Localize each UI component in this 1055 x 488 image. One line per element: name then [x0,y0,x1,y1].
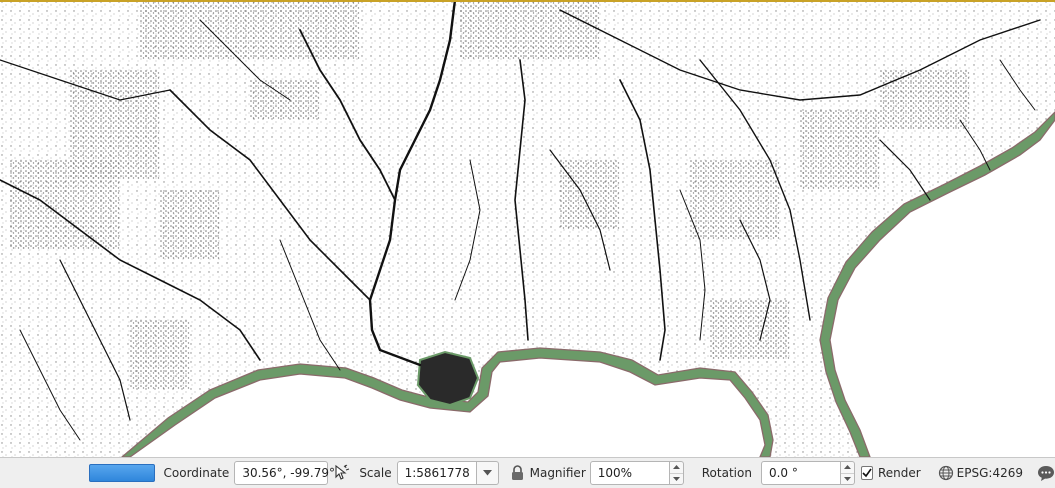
rotation-spinbox[interactable]: 0.0 ° [760,461,855,485]
render-checkbox[interactable] [860,466,873,480]
mouse-pointer-icon[interactable] [333,463,351,483]
map-rendering [0,0,1055,457]
scale-field[interactable]: 1:5861778 [396,461,477,485]
mississippi-delta [416,350,480,407]
crs-label: EPSG:4269 [956,466,1023,480]
map-canvas[interactable] [0,0,1055,457]
magnifier-spinbox[interactable]: 100% [589,461,684,485]
rotation-field[interactable]: 0.0 ° [760,461,841,485]
speech-bubble-icon[interactable] [1037,464,1055,482]
lock-icon[interactable] [511,463,524,483]
crs-button[interactable]: EPSG:4269 [938,465,1023,481]
spin-up-icon[interactable] [841,462,854,473]
coordinate-label: Coordinate [163,466,230,480]
magnifier-label: Magnifier [529,466,586,480]
checkmark-icon [862,468,872,478]
rotation-label: Rotation [701,466,752,480]
chevron-down-icon[interactable] [476,461,499,485]
canvas-top-edge [0,0,1055,2]
status-bar: Coordinate 30.56°, -99.79° Scale 1:58617… [0,457,1055,488]
magnifier-field[interactable]: 100% [589,461,670,485]
render-label: Render [877,466,921,480]
scale-label: Scale [359,466,392,480]
scale-combobox[interactable]: 1:5861778 [396,461,499,485]
progress-bar [89,464,155,482]
spin-down-icon[interactable] [669,472,683,485]
qgis-window: Coordinate 30.56°, -99.79° Scale 1:58617… [0,0,1055,488]
globe-icon [938,465,953,481]
spin-down-icon[interactable] [840,472,854,485]
spin-up-icon[interactable] [670,462,683,473]
coordinate-field[interactable]: 30.56°, -99.79° [234,461,335,485]
